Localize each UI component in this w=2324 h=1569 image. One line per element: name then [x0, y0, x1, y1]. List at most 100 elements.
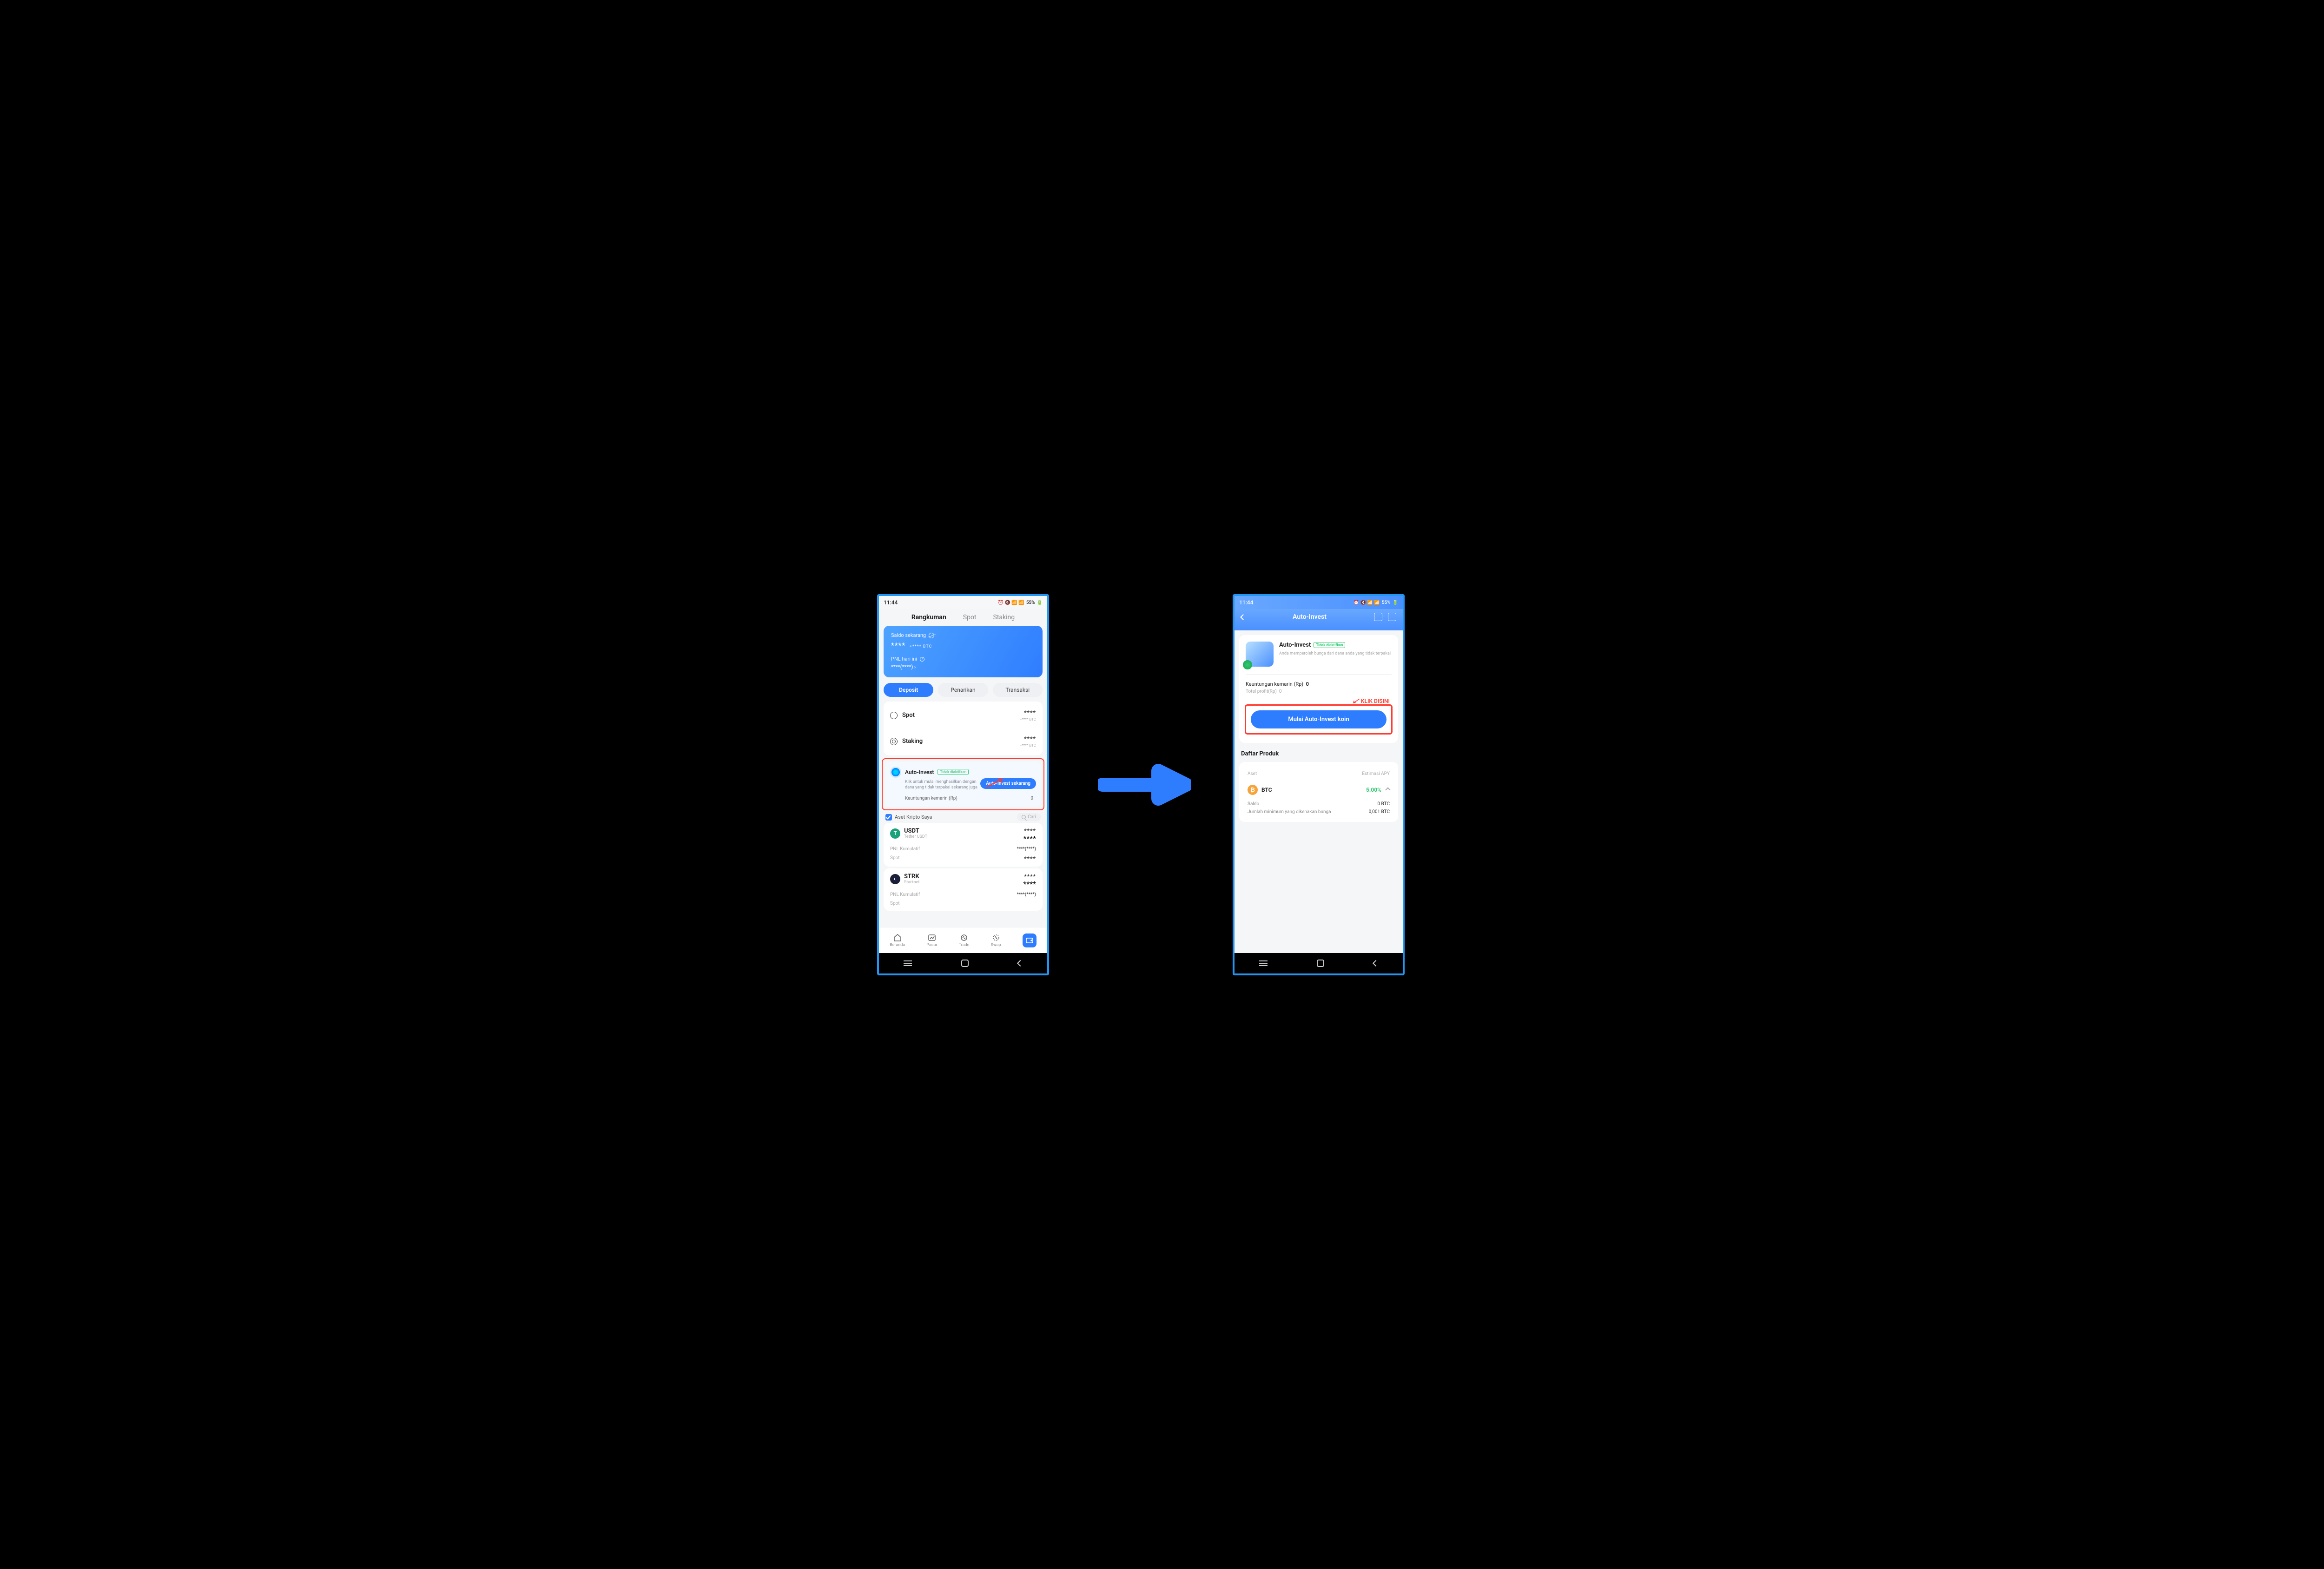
auto-invest-now-button[interactable]: Auto-Invest sekarang [980, 778, 1036, 789]
pnl-value[interactable]: ****(****) › [891, 664, 1035, 670]
nav-market[interactable]: Pasar [926, 933, 937, 947]
auto-invest-status-badge: Tidak diaktifkan [938, 769, 969, 775]
staking-icon [890, 738, 898, 745]
status-bar: 11:44 ⏰ 🔇 📶 📶 55% 🔋 [879, 596, 1047, 609]
phone-wallet-overview: 11:44 ⏰ 🔇 📶 📶 55% 🔋 Rangkuman Spot Staki… [877, 594, 1049, 975]
auto-invest-desc: Klik untuk mulai menghasilkan dengan dan… [905, 780, 985, 790]
asset-symbol: BTC [1261, 787, 1272, 793]
pnl-cum-value: ****(****) [1017, 892, 1036, 897]
spot-label: Spot [890, 855, 900, 862]
android-home[interactable] [961, 960, 969, 967]
info-icon[interactable]: ? [920, 657, 924, 662]
page-header: Auto-Invest [1235, 609, 1403, 630]
spot-icon [890, 712, 898, 719]
asset-usdt[interactable]: TUSDTTether USDT ******** PNL Kumulatif*… [884, 823, 1043, 867]
coin-symbol: STRK [904, 873, 919, 880]
coin-balance: **** [1023, 828, 1036, 834]
total-profit-label: Total profit(Rp) [1246, 689, 1277, 694]
deposit-button[interactable]: Deposit [884, 683, 933, 697]
coin-balance-sub: **** [1023, 834, 1036, 843]
pnl-cum-label: PNL Kumulatif [890, 892, 920, 897]
auto-invest-info-card: Auto-InvestTidak diaktifkan Anda mempero… [1239, 635, 1398, 743]
row-staking-label: Staking [902, 738, 923, 745]
header-history-icon[interactable] [1374, 613, 1382, 621]
bottom-nav: Beranda Pasar Trade Swap [879, 927, 1047, 953]
row-spot[interactable]: Spot ****≈**** BTC [884, 702, 1043, 728]
status-bar: 11:44 ⏰ 🔇 📶 📶 55% 🔋 [1235, 596, 1403, 609]
hide-balance-icon[interactable] [929, 633, 934, 638]
col-asset: Aset [1248, 771, 1257, 776]
coin-name: Tether USDT [904, 834, 927, 839]
coin-symbol: USDT [904, 828, 927, 834]
row-spot-sub: ≈**** BTC [1020, 717, 1036, 722]
coin-balance: **** [1023, 873, 1036, 880]
coin-balance-sub: **** [1023, 880, 1036, 888]
auto-invest-card-highlight: Auto-Invest Tidak diaktifkan Klik untuk … [882, 758, 1044, 810]
transition-arrow-icon [1098, 752, 1191, 817]
balance-amount: **** [891, 641, 905, 649]
pnl-cum-value: ****(****) [1017, 847, 1036, 852]
status-time: 11:44 [1239, 599, 1253, 606]
auto-invest-icon [890, 767, 901, 778]
min-value: 0,001 BTC [1369, 809, 1390, 814]
start-button-highlight: Mulai Auto-Invest koin [1245, 704, 1393, 735]
product-list-card: Aset Estimasi APY ₿BTC 5.00% Saldo0 BTC … [1239, 762, 1398, 822]
asset-apy: 5.00% [1366, 787, 1381, 793]
android-recents[interactable] [1259, 963, 1268, 964]
header-docs-icon[interactable] [1388, 613, 1396, 621]
search-input[interactable]: Cari [1017, 813, 1041, 821]
coin-name: Starknet [904, 880, 919, 885]
balance-card: Saldo sekarang **** ≈**** BTC PNL hari i… [884, 626, 1043, 677]
asset-strk[interactable]: ◐ STRKStarknet ******** PNL Kumulatif ****… [884, 868, 1043, 911]
android-recents[interactable] [904, 963, 912, 964]
nav-home[interactable]: Beranda [890, 933, 905, 947]
btc-icon: ₿ [1248, 785, 1258, 795]
android-back[interactable] [1017, 960, 1023, 967]
min-label: Jumlah minimum yang dikenakan bunga [1248, 809, 1331, 814]
auto-invest-illustration [1246, 642, 1274, 667]
status-icons: ⏰ 🔇 📶 📶 55% 🔋 [1353, 600, 1398, 605]
balances-card: Spot ****≈**** BTC Staking ****≈**** BTC [884, 702, 1043, 755]
spot-label: Spot [890, 901, 900, 906]
tab-rangkuman[interactable]: Rangkuman [911, 614, 946, 621]
page-title: Auto-Invest [1293, 613, 1327, 621]
my-assets-checkbox[interactable] [885, 814, 892, 821]
spot-value: **** [1024, 855, 1036, 862]
transactions-button[interactable]: Transaksi [993, 683, 1043, 697]
ai-profit-label: Keuntungan kemarin (Rp) [905, 796, 957, 801]
saldo-label: Saldo [1248, 801, 1259, 807]
android-nav [879, 953, 1047, 973]
ai-profit-value: 0 [1030, 796, 1033, 801]
status-time: 11:44 [884, 599, 898, 606]
profit-yday-label: Keuntungan kemarin (Rp) [1246, 681, 1303, 687]
android-back[interactable] [1373, 960, 1379, 967]
phone-auto-invest: 11:44 ⏰ 🔇 📶 📶 55% 🔋 Auto-Invest Auto-Inv… [1233, 594, 1405, 975]
android-home[interactable] [1317, 960, 1324, 967]
annotation-klik-disini: KLIK DISINI [1246, 698, 1390, 704]
auto-invest-title: Auto-Invest [905, 769, 934, 775]
ai-card-desc: Anda memperoleh bunga dari dana anda yan… [1279, 651, 1392, 657]
chevron-up-icon [1385, 787, 1390, 792]
nav-wallet[interactable] [1023, 933, 1037, 947]
android-nav [1235, 953, 1403, 973]
total-profit-value: 0 [1279, 689, 1282, 694]
back-icon[interactable] [1240, 614, 1246, 620]
coin-icon: ◐ [890, 874, 900, 884]
nav-swap[interactable]: Swap [991, 933, 1001, 947]
tab-staking[interactable]: Staking [993, 614, 1015, 621]
nav-trade[interactable]: Trade [959, 933, 970, 947]
row-staking-sub: ≈**** BTC [1020, 743, 1036, 748]
product-btc[interactable]: ₿BTC 5.00% [1246, 781, 1392, 799]
balance-label: Saldo sekarang [891, 632, 926, 638]
action-row: Deposit Penarikan Transaksi [884, 683, 1043, 697]
withdraw-button[interactable]: Penarikan [938, 683, 988, 697]
tab-spot[interactable]: Spot [963, 614, 977, 621]
row-staking[interactable]: Staking ****≈**** BTC [884, 728, 1043, 755]
profit-yday-value: 0 [1306, 681, 1309, 687]
start-auto-invest-button[interactable]: Mulai Auto-Invest koin [1251, 710, 1386, 728]
top-tabs: Rangkuman Spot Staking [879, 609, 1047, 626]
my-assets-label: Aset Kripto Saya [895, 814, 932, 820]
col-apy: Estimasi APY [1362, 771, 1390, 776]
row-staking-value: **** [1020, 735, 1036, 743]
saldo-value: 0 BTC [1377, 801, 1390, 807]
